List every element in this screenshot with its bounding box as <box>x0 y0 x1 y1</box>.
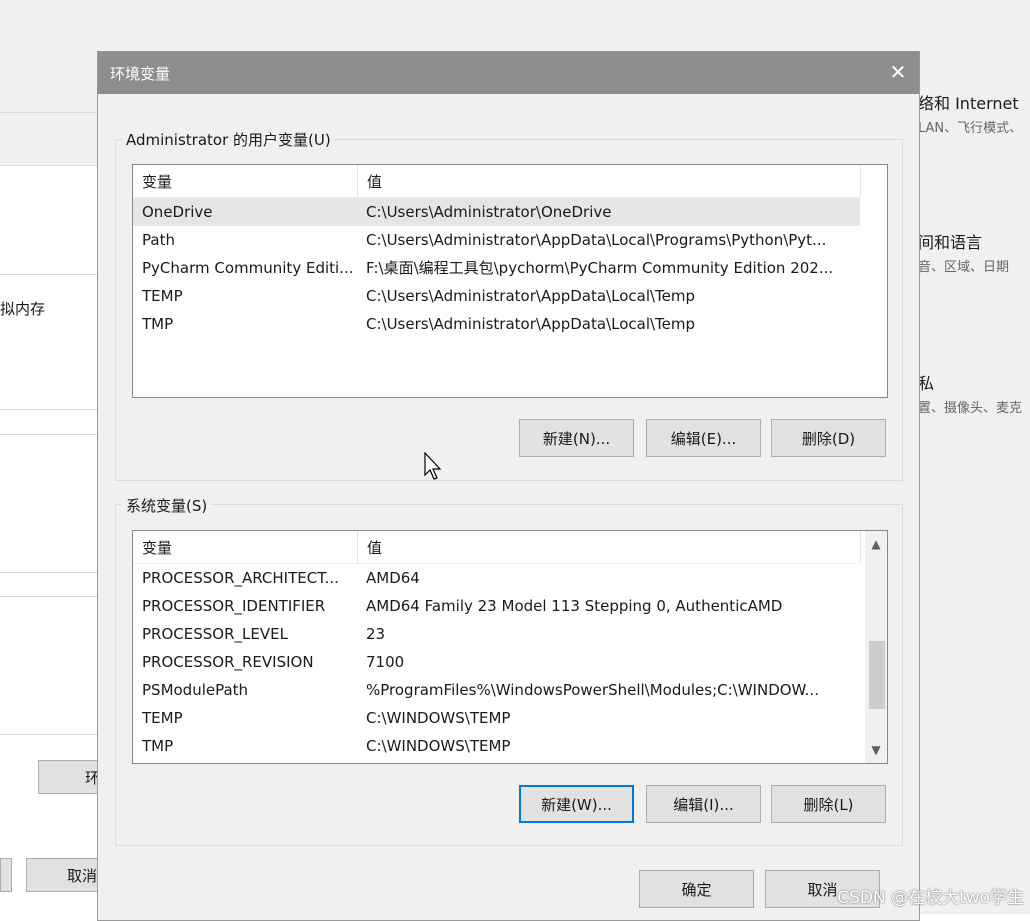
background-virtual-memory-label: 拟内存 <box>0 300 46 318</box>
mouse-cursor-icon <box>424 452 442 480</box>
variable-value: C:\Users\Administrator\AppData\Local\Pro… <box>366 231 827 249</box>
background-left-panel <box>0 165 97 916</box>
background-button-edge[interactable] <box>0 858 12 892</box>
table-row[interactable]: TEMP C:\Users\Administrator\AppData\Loca… <box>133 282 860 310</box>
vertical-scrollbar[interactable]: ▲ ▼ <box>865 531 887 763</box>
user-edit-button[interactable]: 编辑(E)... <box>646 419 761 457</box>
column-separator[interactable] <box>860 165 861 197</box>
dialog-titlebar[interactable]: 环境变量 ✕ <box>98 52 919 94</box>
environment-variables-dialog: 环境变量 ✕ Administrator 的用户变量(U) 变量 值 OneDr… <box>97 51 920 921</box>
variable-value: C:\Users\Administrator\OneDrive <box>366 203 612 221</box>
settings-network-title[interactable]: 络和 Internet <box>918 90 1019 114</box>
variable-value: F:\桌面\编程工具包\pychorm\PyCharm Community Ed… <box>366 259 834 277</box>
watermark: CSDN @在校大two学生 <box>837 888 1024 908</box>
divider <box>0 734 97 735</box>
table-row[interactable]: TEMP C:\WINDOWS\TEMP <box>133 704 860 732</box>
scrollbar-thumb[interactable] <box>869 641 885 709</box>
divider <box>0 274 97 275</box>
user-delete-button[interactable]: 删除(D) <box>771 419 886 457</box>
variable-name: PROCESSOR_ARCHITECT... <box>142 569 339 587</box>
dialog-title: 环境变量 <box>110 65 171 83</box>
scroll-down-icon[interactable]: ▼ <box>865 739 887 761</box>
variable-name: TMP <box>142 737 174 755</box>
table-row[interactable]: PROCESSOR_REVISION 7100 <box>133 648 860 676</box>
variable-value: C:\Users\Administrator\AppData\Local\Tem… <box>366 315 696 333</box>
background-settings-panel <box>920 0 1030 914</box>
table-row[interactable]: TMP C:\Users\Administrator\AppData\Local… <box>133 310 860 338</box>
close-icon[interactable]: ✕ <box>883 58 913 88</box>
table-row[interactable]: Path C:\Users\Administrator\AppData\Loca… <box>133 226 860 254</box>
settings-network-subtitle: LAN、飞行模式、 <box>918 121 1023 136</box>
list-header: 变量 值 <box>133 165 861 198</box>
column-separator[interactable] <box>860 531 861 563</box>
column-header-value[interactable]: 值 <box>367 537 382 558</box>
table-row[interactable]: PyCharm Community Editi... F:\桌面\编程工具包\p… <box>133 254 860 282</box>
table-row[interactable]: OneDrive C:\Users\Administrator\OneDrive <box>133 198 860 226</box>
variable-value: 7100 <box>366 653 405 671</box>
settings-time-language-subtitle: 音、区域、日期 <box>918 260 1010 275</box>
column-separator[interactable] <box>357 165 358 197</box>
variable-name: PSModulePath <box>142 681 249 699</box>
system-delete-button[interactable]: 删除(L) <box>771 785 886 823</box>
divider <box>0 572 97 573</box>
variable-value: AMD64 <box>366 569 420 587</box>
variable-name: TEMP <box>142 709 183 727</box>
user-variables-list[interactable]: 变量 值 OneDrive C:\Users\Administrator\One… <box>132 164 888 398</box>
table-row[interactable]: PROCESSOR_IDENTIFIER AMD64 Family 23 Mod… <box>133 592 860 620</box>
variable-value: 23 <box>366 625 386 643</box>
background-env-button[interactable]: 环 <box>38 760 98 794</box>
user-variables-label: Administrator 的用户变量(U) <box>122 129 335 150</box>
table-row[interactable]: TMP C:\WINDOWS\TEMP <box>133 732 860 760</box>
divider <box>0 434 97 435</box>
divider <box>0 409 97 410</box>
divider <box>0 596 97 597</box>
scroll-up-icon[interactable]: ▲ <box>865 533 887 555</box>
ok-button[interactable]: 确定 <box>639 870 754 908</box>
column-header-variable[interactable]: 变量 <box>142 537 172 558</box>
variable-name: PROCESSOR_REVISION <box>142 653 314 671</box>
column-header-value[interactable]: 值 <box>367 171 382 192</box>
system-variables-label: 系统变量(S) <box>122 495 212 516</box>
variable-name: OneDrive <box>142 203 213 221</box>
variable-name: PROCESSOR_IDENTIFIER <box>142 597 326 615</box>
column-separator[interactable] <box>357 531 358 563</box>
variable-name: PyCharm Community Editi... <box>142 259 354 277</box>
variable-name: TMP <box>142 315 174 333</box>
variable-name: Path <box>142 231 175 249</box>
variable-name: TEMP <box>142 287 183 305</box>
variable-value: AMD64 Family 23 Model 113 Stepping 0, Au… <box>366 597 783 615</box>
background-cancel-button[interactable]: 取消 <box>26 858 98 892</box>
system-edit-button[interactable]: 编辑(I)... <box>646 785 761 823</box>
table-row[interactable]: PSModulePath %ProgramFiles%\WindowsPower… <box>133 676 860 704</box>
user-new-button[interactable]: 新建(N)... <box>519 419 634 457</box>
table-row[interactable]: PROCESSOR_ARCHITECT... AMD64 <box>133 564 860 592</box>
settings-privacy-subtitle: 置、摄像头、麦克 <box>918 401 1023 416</box>
settings-time-language-title[interactable]: 间和语言 <box>918 229 982 253</box>
settings-privacy-title[interactable]: 私 <box>918 370 934 394</box>
table-row[interactable]: PROCESSOR_LEVEL 23 <box>133 620 860 648</box>
column-header-variable[interactable]: 变量 <box>142 171 172 192</box>
system-new-button[interactable]: 新建(W)... <box>519 785 634 823</box>
variable-name: PROCESSOR_LEVEL <box>142 625 288 643</box>
system-variables-list[interactable]: 变量 值 PROCESSOR_ARCHITECT... AMD64 PROCES… <box>132 530 888 764</box>
variable-value: C:\Users\Administrator\AppData\Local\Tem… <box>366 287 696 305</box>
list-header: 变量 值 <box>133 531 861 564</box>
variable-value: C:\WINDOWS\TEMP <box>366 709 511 727</box>
variable-value: %ProgramFiles%\WindowsPowerShell\Modules… <box>366 681 819 699</box>
variable-value: C:\WINDOWS\TEMP <box>366 737 511 755</box>
